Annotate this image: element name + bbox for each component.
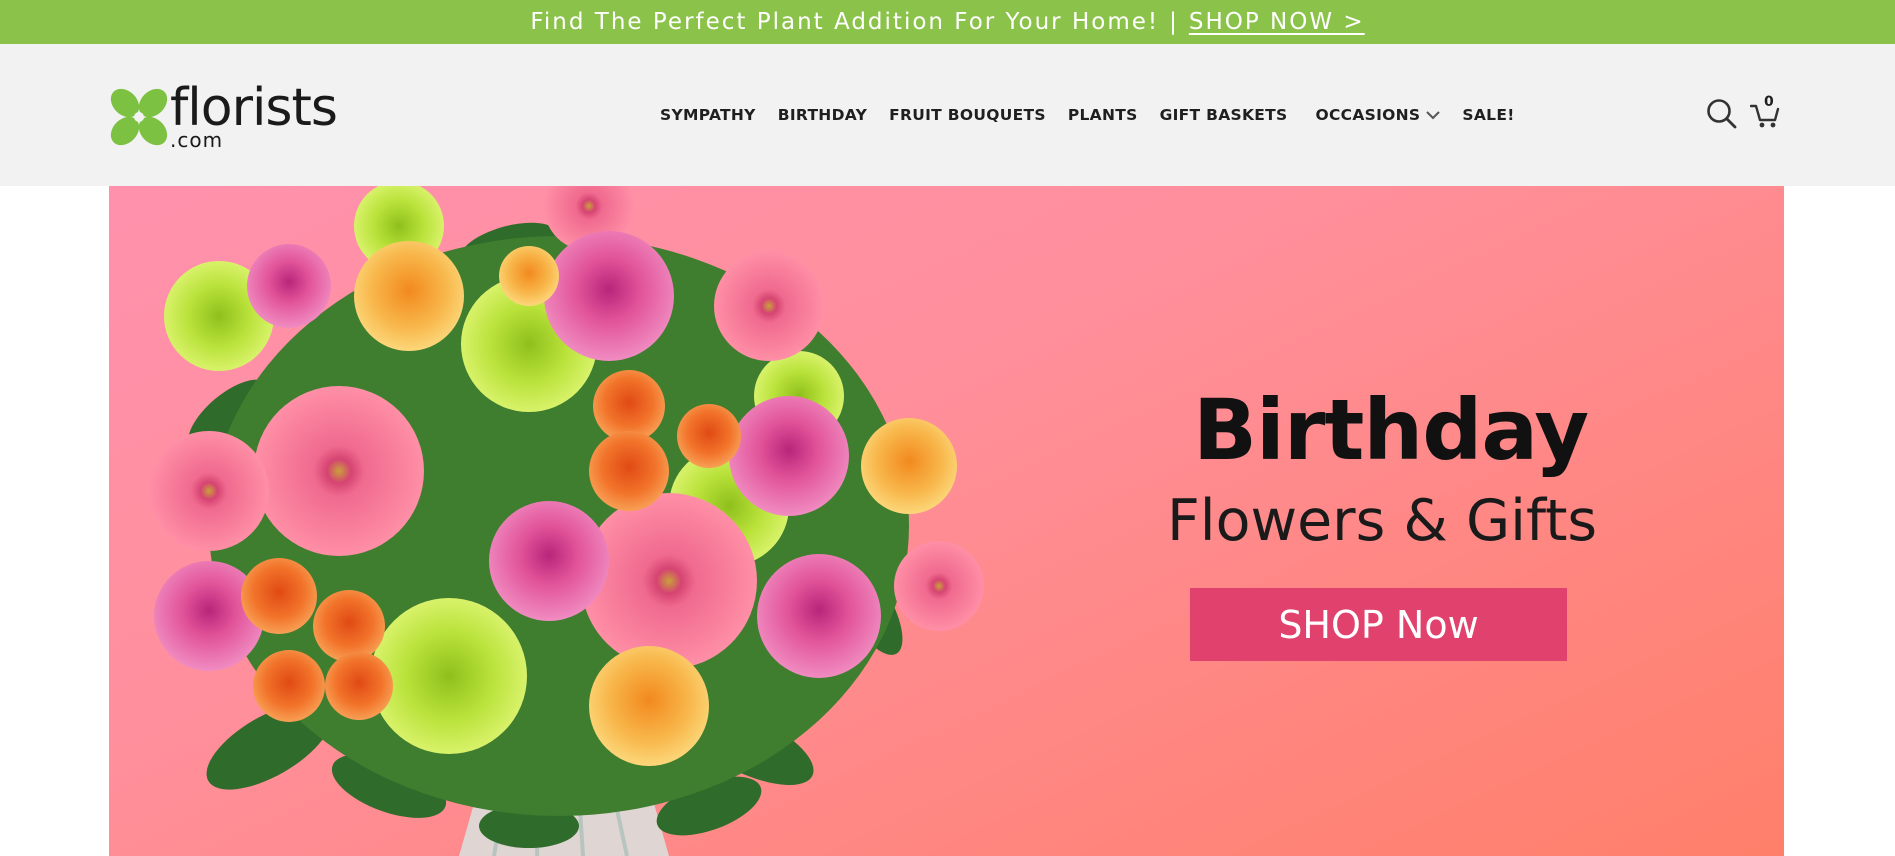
promo-message: Find The Perfect Plant Addition For Your… (530, 9, 1160, 35)
flower-bouquet-image (149, 186, 984, 856)
hero-banner[interactable]: Birthday Flowers & Gifts SHOP Now (109, 186, 1784, 856)
logo-tld: .com (170, 128, 224, 152)
nav-item-occasions[interactable]: OCCASIONS (1316, 106, 1441, 124)
main-nav: SYMPATHY BIRTHDAY FRUIT BOUQUETS PLANTS … (660, 44, 1515, 186)
nav-item-gift-baskets[interactable]: GIFT BASKETS (1160, 106, 1288, 124)
butterfly-leaf-icon (110, 88, 168, 146)
search-icon[interactable] (1706, 98, 1738, 130)
chevron-down-icon (1426, 110, 1441, 120)
promo-separator: | (1169, 9, 1179, 35)
cart-count-badge: 0 (1764, 94, 1774, 110)
nav-item-plants[interactable]: PLANTS (1068, 106, 1138, 124)
site-header: florists .com SYMPATHY BIRTHDAY FRUIT BO… (0, 44, 1895, 186)
nav-item-sale[interactable]: SALE! (1462, 106, 1514, 124)
hero-subtitle: Flowers & Gifts (1167, 488, 1598, 554)
nav-item-fruit-bouquets[interactable]: FRUIT BOUQUETS (889, 106, 1046, 124)
promo-bar: Find The Perfect Plant Addition For Your… (0, 0, 1895, 44)
nav-item-occasions-label: OCCASIONS (1315, 106, 1421, 124)
promo-shop-now-link[interactable]: SHOP NOW > (1189, 9, 1365, 35)
header-icons: 0 (1702, 94, 1782, 138)
nav-item-birthday[interactable]: BIRTHDAY (778, 106, 867, 124)
nav-item-sympathy[interactable]: SYMPATHY (660, 106, 756, 124)
shop-now-button[interactable]: SHOP Now (1190, 588, 1567, 661)
florists-logo[interactable]: florists .com (108, 78, 348, 152)
hero-title: Birthday (1193, 381, 1589, 479)
